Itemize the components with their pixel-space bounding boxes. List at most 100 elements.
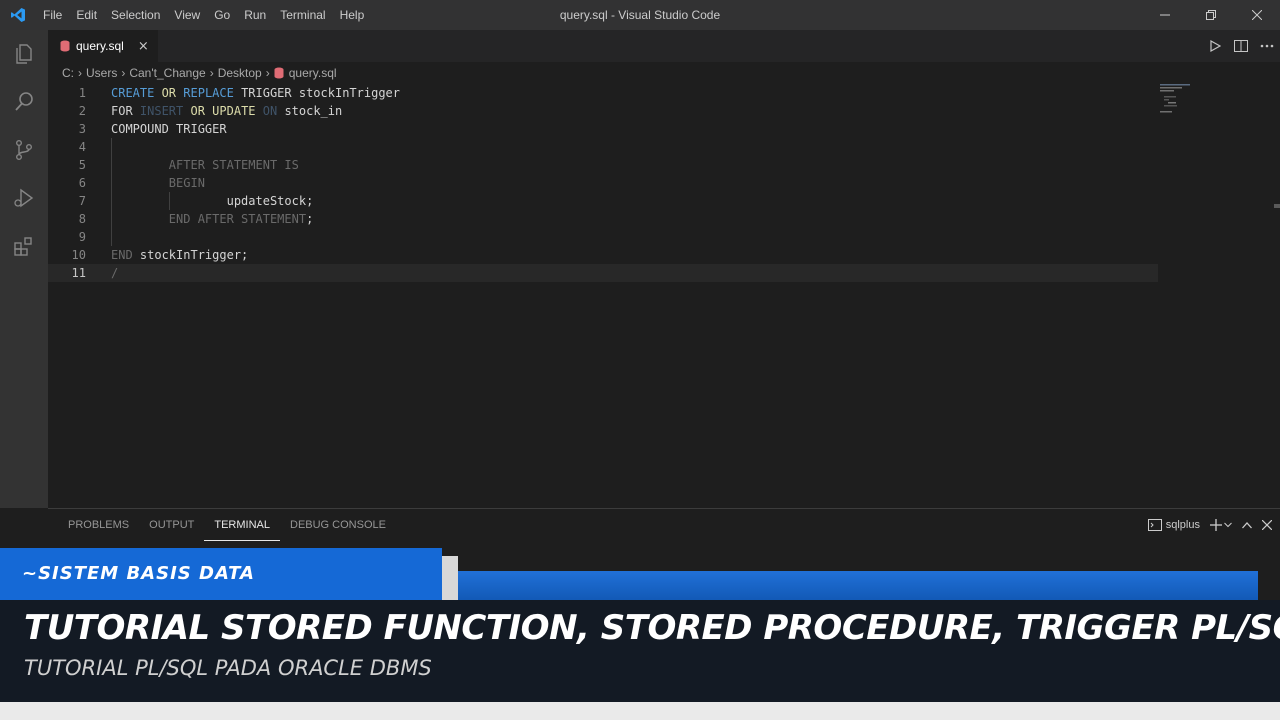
line-number: 9 xyxy=(78,230,86,244)
line-number: 2 xyxy=(78,104,86,118)
code-text: END stockInTrigger; xyxy=(111,246,248,264)
close-panel-icon[interactable] xyxy=(1262,520,1272,530)
breadcrumb-item[interactable]: C: xyxy=(62,66,74,80)
title-bar: File Edit Selection View Go Run Terminal Help q… xyxy=(0,0,1280,30)
breadcrumb-item[interactable]: Desktop xyxy=(218,66,262,80)
code-line[interactable]: 7 updateStock; xyxy=(48,192,1158,210)
code-text: FOR INSERT OR UPDATE ON stock_in xyxy=(111,102,342,120)
breadcrumb-item[interactable]: Users xyxy=(86,66,117,80)
terminal-name[interactable]: sqlplus xyxy=(1166,519,1200,531)
code-token: TRIGGER stockInTrigger xyxy=(241,86,401,100)
code-line[interactable]: 4 xyxy=(48,138,1158,156)
menu-file[interactable]: File xyxy=(36,0,69,30)
code-line[interactable]: 11 / xyxy=(48,264,1158,282)
bottom-strip xyxy=(0,702,1280,720)
code-token: OR xyxy=(161,86,184,100)
banner-blue-bar-shade xyxy=(458,571,1258,600)
menu-selection[interactable]: Selection xyxy=(104,0,167,30)
code-token: AFTER STATEMENT IS xyxy=(168,158,299,172)
run-debug-icon[interactable] xyxy=(0,174,48,222)
code-text: BEGIN xyxy=(111,174,205,192)
line-number: 6 xyxy=(78,176,86,190)
code-token: stockInTrigger; xyxy=(139,248,249,262)
chevron-right-icon: › xyxy=(121,66,126,80)
search-icon[interactable] xyxy=(0,78,48,126)
minimap[interactable] xyxy=(1160,84,1220,124)
close-tab-icon[interactable]: × xyxy=(138,39,149,54)
tab-problems[interactable]: PROBLEMS xyxy=(58,510,139,540)
vscode-logo-icon xyxy=(0,0,36,30)
banner-subtitle: TUTORIAL PL/SQL PADA ORACLE DBMS xyxy=(24,656,432,680)
code-line[interactable]: 3 COMPOUND TRIGGER xyxy=(48,120,1158,138)
split-editor-icon[interactable] xyxy=(1228,30,1254,62)
line-number: 11 xyxy=(71,266,86,280)
tab-output[interactable]: OUTPUT xyxy=(139,510,204,540)
code-token: UPDATE xyxy=(212,104,263,118)
code-token: stock_in xyxy=(284,104,343,118)
code-text: updateStock; xyxy=(111,192,314,210)
panel-tabs: PROBLEMS OUTPUT TERMINAL DEBUG CONSOLE xyxy=(58,509,396,541)
restore-button[interactable] xyxy=(1188,0,1234,30)
terminal-icon xyxy=(1147,519,1162,531)
menu-bar: File Edit Selection View Go Run Terminal Help xyxy=(36,0,371,30)
code-text: / xyxy=(111,264,118,282)
menu-view[interactable]: View xyxy=(167,0,207,30)
code-line[interactable]: 2 FOR INSERT OR UPDATE ON stock_in xyxy=(48,102,1158,120)
explorer-icon[interactable] xyxy=(0,30,48,78)
scrollbar[interactable] xyxy=(1274,204,1280,208)
code-token: updateStock; xyxy=(111,194,314,208)
menu-terminal[interactable]: Terminal xyxy=(273,0,332,30)
database-icon xyxy=(274,67,284,79)
code-token: FOR xyxy=(111,104,140,118)
line-number: 7 xyxy=(78,194,86,208)
database-icon xyxy=(60,40,70,52)
code-token: COMPOUND TRIGGER xyxy=(111,122,227,136)
minimize-button[interactable] xyxy=(1142,0,1188,30)
close-window-button[interactable] xyxy=(1234,0,1280,30)
code-token: CREATE xyxy=(111,86,162,100)
code-text: END AFTER STATEMENT; xyxy=(111,210,314,228)
panel-actions: sqlplus xyxy=(1147,509,1272,541)
line-number: 4 xyxy=(78,140,86,154)
code-line[interactable]: 5 AFTER STATEMENT IS xyxy=(48,156,1158,174)
chevron-right-icon: › xyxy=(78,66,82,80)
source-control-icon[interactable] xyxy=(0,126,48,174)
code-token: OR xyxy=(190,104,213,118)
breadcrumb-item[interactable]: Can't_Change xyxy=(129,66,205,80)
code-token: BEGIN xyxy=(168,176,205,190)
code-line[interactable]: 8 END AFTER STATEMENT; xyxy=(48,210,1158,228)
menu-run[interactable]: Run xyxy=(237,0,273,30)
code-token: REPLACE xyxy=(183,86,242,100)
add-terminal-icon[interactable] xyxy=(1210,519,1222,531)
bottom-panel: PROBLEMS OUTPUT TERMINAL DEBUG CONSOLE sqlp… xyxy=(48,508,1280,548)
code-line[interactable]: 1 CREATE OR REPLACE TRIGGER stockInTrigge… xyxy=(48,84,1158,102)
line-number: 1 xyxy=(78,86,86,100)
breadcrumb-item[interactable]: query.sql xyxy=(289,66,337,80)
code-text: AFTER STATEMENT IS xyxy=(111,156,299,174)
menu-edit[interactable]: Edit xyxy=(69,0,104,30)
chevron-down-icon[interactable] xyxy=(1224,522,1232,528)
chevron-right-icon: › xyxy=(209,66,214,80)
code-line[interactable]: 6 BEGIN xyxy=(48,174,1158,192)
banner-separator xyxy=(442,556,458,600)
tab-terminal[interactable]: TERMINAL xyxy=(204,510,280,541)
code-editor[interactable]: 1 CREATE OR REPLACE TRIGGER stockInTrigge… xyxy=(48,84,1280,508)
maximize-panel-icon[interactable] xyxy=(1242,521,1252,529)
code-token: ; xyxy=(306,212,314,226)
more-actions-icon[interactable] xyxy=(1254,30,1280,62)
code-token: INSERT xyxy=(139,104,191,118)
code-token: / xyxy=(111,266,119,280)
tab-label: query.sql xyxy=(76,39,124,53)
code-token: ON xyxy=(262,104,285,118)
activity-bar xyxy=(0,30,48,508)
extensions-icon[interactable] xyxy=(0,222,48,270)
series-label: ~SISTEM BASIS DATA xyxy=(22,563,255,584)
code-line[interactable]: 10 END stockInTrigger; xyxy=(48,246,1158,264)
run-icon[interactable] xyxy=(1202,30,1228,62)
tab-debug-console[interactable]: DEBUG CONSOLE xyxy=(280,510,396,540)
menu-help[interactable]: Help xyxy=(333,0,372,30)
tab-query-sql[interactable]: query.sql × xyxy=(48,30,158,62)
code-line[interactable]: 9 xyxy=(48,228,1158,246)
menu-go[interactable]: Go xyxy=(207,0,237,30)
